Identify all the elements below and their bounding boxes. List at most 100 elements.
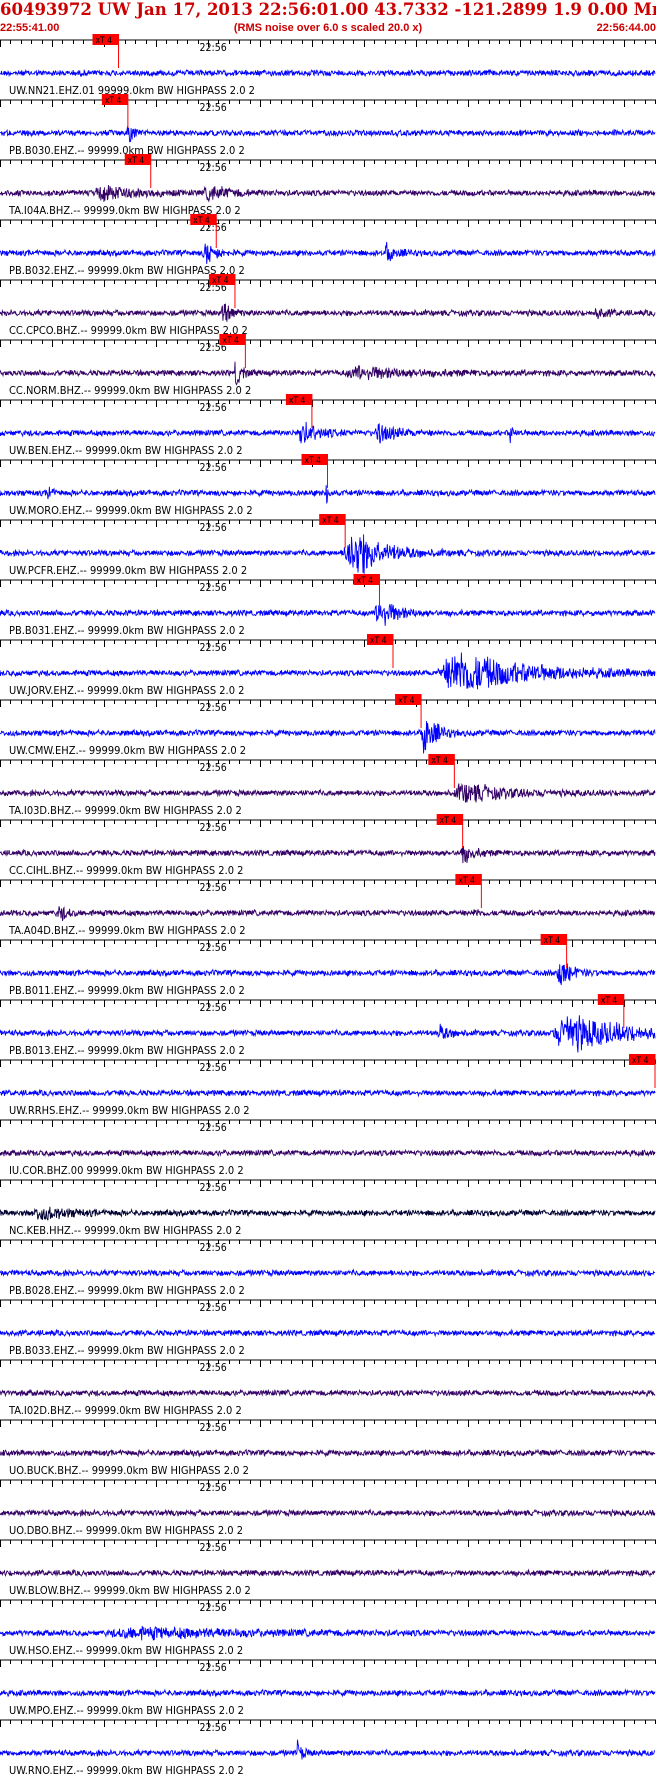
waveform (0, 421, 656, 444)
minute-label: 22:56 (200, 582, 227, 594)
trace-row: 22:56 UW.CMW.EHZ.-- 99999.0km BW HIGHPASS… (0, 694, 656, 757)
trace-row: 22:56 PB.B011.EHZ.-- 99999.0km BW HIGHPAS… (0, 934, 656, 997)
minute-label: 22:56 (200, 1122, 227, 1134)
time-ticks (0, 1480, 656, 1487)
waveform (0, 1388, 656, 1398)
time-ticks (0, 400, 656, 407)
trace-row: 22:56CC.NORM.BHZ.-- 99999.0km BW HIGHPAS… (0, 334, 656, 397)
pick-marker: xT 4 (428, 754, 455, 788)
trace-row: 22:56 UO.DBO.BHZ.-- 99999.0km BW HIGHPASS… (0, 1479, 656, 1537)
trace-row: 22:56 UW.JORV.EHZ.-- 99999.0km BW HIGHPAS… (0, 634, 656, 697)
trace-row: 22:56 PB.B031.EHZ.-- 99999.0km BW HIGHPAS… (0, 574, 656, 637)
waveform (0, 242, 656, 264)
trace-row: 22:56 UW.BEN.EHZ.-- 99999.0km BW HIGHPASS… (0, 394, 656, 457)
minute-label: 22:56 (200, 1062, 227, 1074)
pick-marker: xT 4 (301, 454, 328, 488)
time-ticks (0, 1240, 656, 1247)
minute-label: 22:56 (200, 642, 227, 654)
trace-row: 22:56CC.CPCO.BHZ.-- 99999.0km BW HIGHPAS… (0, 274, 656, 337)
station-label: PB.B013.EHZ.-- 99999.0km BW HIGHPASS 2.0… (9, 1044, 245, 1057)
trace-row: 22:56 UW.MPO.EHZ.-- 99999.0km BW HIGHPASS… (0, 1659, 656, 1717)
pick-marker: xT 4 (353, 574, 380, 608)
time-ticks (0, 100, 656, 107)
waveform (0, 603, 656, 626)
waveform (0, 906, 656, 922)
minute-label: 22:56 (200, 1242, 227, 1254)
waveform (0, 1088, 656, 1098)
minute-label: 22:56 (200, 1662, 227, 1674)
station-label: IU.COR.BHZ.00 99999.0km BW HIGHPASS 2.0 … (9, 1164, 244, 1177)
trace-row: 22:56 UO.BUCK.BHZ.-- 99999.0km BW HIGHPAS… (0, 1419, 656, 1477)
time-ticks (0, 160, 656, 167)
time-ticks (0, 1420, 656, 1427)
station-label: PB.B031.EHZ.-- 99999.0km BW HIGHPASS 2.0… (9, 624, 245, 637)
minute-label: 22:56 (200, 42, 227, 54)
pick-marker: xT 4 (540, 934, 568, 968)
time-ticks (0, 760, 656, 767)
pick-label: xT 4 (398, 696, 415, 706)
trace-row: 22:56 UW.RRHS.EHZ.-- 99999.0km BW HIGHPAS… (0, 1054, 656, 1117)
time-ticks (0, 1600, 656, 1607)
trace-row: 22:56 TA.A04D.BHZ.-- 99999.0km BW HIGHPAS… (0, 874, 656, 937)
time-ticks (0, 880, 656, 887)
station-label: UO.DBO.BHZ.-- 99999.0km BW HIGHPASS 2.0 … (9, 1524, 243, 1537)
pick-label: xT 4 (193, 216, 210, 226)
station-label: UW.JORV.EHZ.-- 99999.0km BW HIGHPASS 2.0… (9, 684, 244, 697)
station-label: UW.RRHS.EHZ.-- 99999.0km BW HIGHPASS 2.0… (9, 1104, 250, 1117)
trace-row: 22:56 NC.KEB.HHZ.-- 99999.0km BW HIGHPASS… (0, 1179, 656, 1237)
station-label: UW.MORO.EHZ.-- 99999.0km BW HIGHPASS 2.0… (9, 504, 253, 517)
minute-label: 22:56 (200, 702, 227, 714)
pick-label: xT 4 (212, 276, 229, 286)
time-ticks (0, 340, 656, 347)
trace-row: 22:56 TA.I03D.BHZ.-- 99999.0km BW HIGHPAS… (0, 754, 656, 817)
pick-label: xT 4 (305, 456, 322, 466)
pick-label: xT 4 (105, 96, 122, 106)
trace-row: 22:56TA.I04A.BHZ.-- 99999.0km BW HIGHPAS… (0, 154, 656, 217)
minute-label: 22:56 (200, 1722, 227, 1734)
pick-label: xT 4 (128, 156, 145, 166)
pick-marker: xT 4 (455, 874, 482, 908)
waveform (0, 1508, 656, 1518)
seismogram-chart: 22:56 UW.NN21.EHZ.01 99999.0km BW HIGHPAS… (0, 34, 656, 1777)
minute-label: 22:56 (200, 1422, 227, 1434)
station-label: UW.MPO.EHZ.-- 99999.0km BW HIGHPASS 2.0 … (9, 1704, 244, 1717)
trace-row: 22:56 PB.B013.EHZ.-- 99999.0km BW HIGHPAS… (0, 994, 656, 1057)
station-label: CC.CPCO.BHZ.-- 99999.0km BW HIGHPASS 2.0… (9, 324, 248, 337)
time-ticks (0, 1000, 656, 1007)
time-ticks (0, 700, 656, 707)
trace-row: 22:56 PB.B033.EHZ.-- 99999.0km BW HIGHPAS… (0, 1299, 656, 1357)
station-label: CC.NORM.BHZ.-- 99999.0km BW HIGHPASS 2.0… (9, 384, 251, 397)
waveform (0, 1568, 656, 1578)
waveform (0, 68, 656, 78)
waveform (0, 184, 656, 203)
pick-label: xT 4 (96, 36, 113, 46)
station-label: TA.I03D.BHZ.-- 99999.0km BW HIGHPASS 2.0… (8, 804, 242, 817)
time-ticks (0, 1060, 656, 1067)
station-label: UW.CMW.EHZ.-- 99999.0km BW HIGHPASS 2.0 … (9, 744, 246, 757)
pick-marker: xT 4 (319, 514, 346, 548)
minute-label: 22:56 (200, 762, 227, 774)
minute-label: 22:56 (200, 402, 227, 414)
trace-row: 22:56 UW.HSO.EHZ.-- 99999.0km BW HIGHPASS… (0, 1599, 656, 1657)
pick-label: xT 4 (356, 576, 373, 586)
time-ticks (0, 1300, 656, 1307)
waveform (0, 783, 656, 803)
pick-label: xT 4 (544, 936, 561, 946)
pick-marker: xT 4 (285, 394, 313, 428)
time-ticks (0, 220, 656, 227)
waveform (0, 1448, 656, 1458)
minute-label: 22:56 (200, 462, 227, 474)
minute-label: 22:56 (200, 1002, 227, 1014)
time-ticks (0, 280, 656, 287)
station-label: UW.BEN.EHZ.-- 99999.0km BW HIGHPASS 2.0 … (9, 444, 243, 457)
pick-marker: xT 4 (395, 694, 422, 728)
trace-row: 22:56 IU.COR.BHZ.00 99999.0km BW HIGHPASS… (0, 1119, 656, 1177)
station-label: PB.B011.EHZ.-- 99999.0km BW HIGHPASS 2.0… (9, 984, 245, 997)
pick-marker: xT 4 (597, 994, 625, 1028)
minute-label: 22:56 (200, 942, 227, 954)
waveform (0, 1206, 656, 1221)
pick-marker: xT 4 (629, 1054, 656, 1088)
waveform (0, 1268, 656, 1278)
pick-label: xT 4 (601, 996, 618, 1006)
trace-row: 22:56 UW.BLOW.BHZ.-- 99999.0km BW HIGHPAS… (0, 1539, 656, 1597)
